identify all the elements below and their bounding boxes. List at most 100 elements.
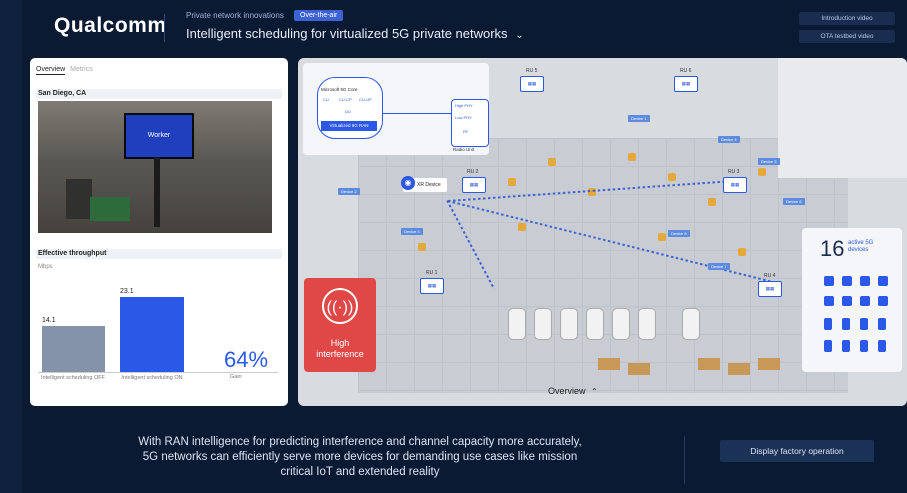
- core-item: DU: [345, 109, 351, 114]
- header-divider: [164, 14, 165, 42]
- equipment-rack: [66, 179, 92, 219]
- gain-value: 64%: [224, 347, 269, 372]
- radio-unit-6[interactable]: ▦▦: [674, 76, 698, 92]
- robot-device-icon: [824, 276, 834, 286]
- page-title[interactable]: Intelligent scheduling for virtualized 5…: [186, 26, 524, 41]
- interference-label: High interference: [316, 338, 364, 359]
- phone-device-icon: [824, 340, 832, 352]
- robot-arm: [668, 173, 676, 181]
- robot-arm: [758, 168, 766, 176]
- device-tag[interactable]: Device 5: [758, 158, 780, 165]
- left-edge-strip: [0, 0, 22, 493]
- robot-arm-device-icon: [824, 296, 834, 306]
- core-item: CU-CP: [339, 97, 352, 102]
- radio-item: Low PHY: [455, 115, 472, 120]
- bar-value-on: 23.1: [120, 288, 134, 295]
- phone-device-icon: [860, 318, 868, 330]
- car: [682, 308, 700, 340]
- panel-tabs: Overview Metrics: [36, 66, 93, 75]
- office-area: [778, 58, 907, 178]
- pallet: [698, 358, 720, 370]
- robot-arm: [418, 243, 426, 251]
- introduction-video-button[interactable]: Introduction video: [799, 12, 895, 25]
- device-tag[interactable]: Device 6: [783, 198, 805, 205]
- car: [586, 308, 604, 340]
- phone-device-icon: [824, 318, 832, 330]
- pallet: [598, 358, 620, 370]
- ru-label: RU 2: [467, 169, 479, 175]
- fronthaul-link: [383, 113, 451, 114]
- radio-unit-4[interactable]: ▦▦: [758, 281, 782, 297]
- header: Qualcomm Private network innovations Ove…: [22, 0, 907, 52]
- bar-off: [42, 326, 105, 372]
- phone-device-icon: [842, 318, 850, 330]
- device-tag[interactable]: Device 2: [338, 188, 360, 195]
- device-tag[interactable]: Device 7: [708, 263, 730, 270]
- robot-arm: [548, 158, 556, 166]
- interference-card: ((·)) High interference: [304, 278, 376, 372]
- robot-device-icon: [842, 276, 852, 286]
- xr-device-icon: ◉: [401, 176, 415, 190]
- monitor-stand: [154, 157, 160, 227]
- qualcomm-logo: Qualcomm: [54, 14, 167, 37]
- footer-divider: [684, 436, 685, 484]
- overview-toggle[interactable]: Overview ⌃: [548, 386, 598, 396]
- floor-grid: [358, 138, 848, 393]
- robot-device-icon: [860, 276, 870, 286]
- robot-arm-device-icon: [860, 296, 870, 306]
- tab-metrics[interactable]: Metrics: [70, 66, 93, 73]
- car: [560, 308, 578, 340]
- core-item: CU: [323, 97, 329, 102]
- radio-unit-5[interactable]: ▦▦: [520, 76, 544, 92]
- robot-arm: [628, 153, 636, 161]
- factory-map[interactable]: Device 1 Device 2 Device 3 Device 4 Devi…: [298, 58, 907, 406]
- radio-unit-2[interactable]: ▦▦: [462, 177, 486, 193]
- page-title-text: Intelligent scheduling for virtualized 5…: [186, 26, 508, 41]
- radio-item: High PHY: [455, 103, 473, 108]
- bar-value-off: 14.1: [42, 317, 56, 324]
- ru-label: RU 6: [680, 68, 692, 74]
- ru-label: RU 5: [526, 68, 538, 74]
- overview-label: Overview: [548, 386, 586, 396]
- active-devices-card: 16 active 5G devices: [802, 228, 902, 372]
- caption-line: 5G networks can efficiently serve more d…: [142, 451, 578, 463]
- caption: With RAN intelligence for predicting int…: [60, 435, 660, 480]
- info-panel: Overview Metrics San Diego, CA Worker Ef…: [30, 58, 288, 406]
- worker-monitor: Worker: [124, 113, 194, 159]
- chevron-down-icon[interactable]: ⌄: [515, 30, 523, 41]
- device-tag[interactable]: Device 3: [401, 228, 423, 235]
- active-devices-label: active 5G devices: [848, 240, 874, 253]
- ru-label: RU 4: [764, 273, 776, 279]
- robot-arm: [658, 233, 666, 241]
- car: [534, 308, 552, 340]
- device-tag[interactable]: Device 8: [668, 230, 690, 237]
- breadcrumb[interactable]: Private network innovations: [186, 11, 284, 20]
- device-tag[interactable]: Device 1: [628, 115, 650, 122]
- bar-label-on: Intelligent scheduling ON: [121, 375, 183, 381]
- pallet: [628, 363, 650, 375]
- phone-device-icon: [878, 318, 886, 330]
- core-title: Microsoft 5G Core: [321, 87, 358, 92]
- ru-label: RU 1: [426, 270, 438, 276]
- radio-unit-3[interactable]: ▦▦: [723, 177, 747, 193]
- ota-testbed-video-button[interactable]: OTA testbed video: [799, 30, 895, 43]
- green-crate: [90, 197, 130, 221]
- caption-line: With RAN intelligence for predicting int…: [138, 436, 582, 448]
- robot-arm: [708, 198, 716, 206]
- vran-label: Virtualized 5G RAN: [321, 121, 377, 131]
- units-label: Mbps: [38, 264, 53, 270]
- car: [508, 308, 526, 340]
- radio-unit-1[interactable]: ▦▦: [420, 278, 444, 294]
- phone-device-icon: [842, 340, 850, 352]
- robot-device-icon: [878, 276, 888, 286]
- robot-arm-device-icon: [842, 296, 852, 306]
- bar-on: [120, 297, 184, 372]
- car: [638, 308, 656, 340]
- pallet: [728, 363, 750, 375]
- gain-label: Gain: [230, 374, 242, 380]
- tab-overview[interactable]: Overview: [36, 66, 66, 75]
- display-factory-operation-button[interactable]: Display factory operation: [720, 440, 874, 462]
- device-tag[interactable]: Device 4: [718, 136, 740, 143]
- robot-arm-device-icon: [878, 296, 888, 306]
- chevron-up-icon: ⌃: [591, 387, 598, 396]
